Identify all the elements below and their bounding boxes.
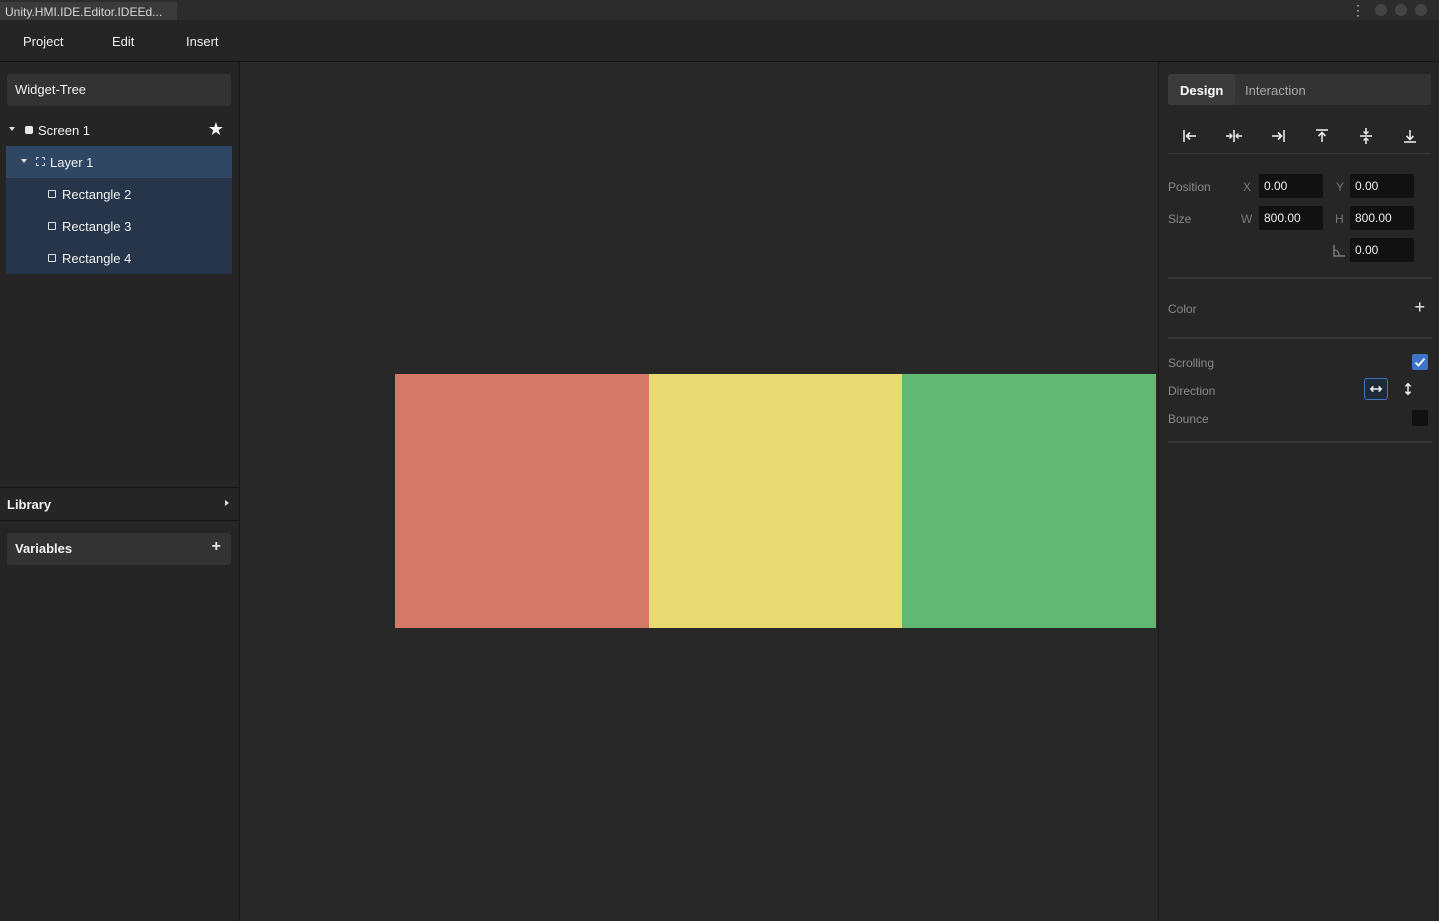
checkmark-icon bbox=[1414, 357, 1426, 367]
menu-project[interactable]: Project bbox=[23, 34, 63, 49]
left-panel: Widget-Tree Screen 1 ★ Layer 1 Rectangle… bbox=[0, 62, 240, 921]
menu-edit[interactable]: Edit bbox=[112, 34, 134, 49]
window-title[interactable]: Unity.HMI.IDE.Editor.IDEEd... bbox=[0, 2, 177, 20]
widget-tree-header: Widget-Tree bbox=[7, 74, 231, 106]
variables-header[interactable]: Variables + bbox=[7, 533, 231, 565]
corner-radius-icon bbox=[1333, 245, 1345, 257]
align-center-vertical-icon[interactable] bbox=[1354, 124, 1378, 148]
rectangle-icon bbox=[48, 222, 56, 230]
position-label: Position bbox=[1168, 180, 1211, 194]
window-controls: ⋮ bbox=[1351, 3, 1427, 17]
w-axis-label: W bbox=[1241, 212, 1253, 226]
bounce-label: Bounce bbox=[1168, 412, 1209, 426]
divider bbox=[1168, 441, 1432, 443]
tree-item-label: Layer 1 bbox=[50, 155, 94, 170]
align-right-icon[interactable] bbox=[1266, 124, 1290, 148]
add-variable-icon[interactable]: + bbox=[212, 539, 221, 555]
properties-tabs: Design Interaction bbox=[1168, 74, 1431, 105]
corner-radius-input[interactable] bbox=[1350, 238, 1414, 262]
rectangle-icon bbox=[48, 190, 56, 198]
horizontal-arrows-icon bbox=[1369, 385, 1383, 393]
direction-vertical-button[interactable] bbox=[1396, 378, 1420, 400]
tab-interaction[interactable]: Interaction bbox=[1233, 74, 1318, 105]
h-axis-label: H bbox=[1335, 212, 1344, 226]
size-height-input[interactable] bbox=[1350, 206, 1414, 230]
color-label: Color bbox=[1168, 302, 1197, 316]
library-label: Library bbox=[7, 497, 52, 512]
more-options-icon[interactable]: ⋮ bbox=[1351, 3, 1365, 17]
menu-bar: Project Edit Insert bbox=[0, 20, 1439, 62]
tree-item-label: Rectangle 4 bbox=[62, 251, 132, 266]
size-label: Size bbox=[1168, 212, 1192, 226]
direction-horizontal-button[interactable] bbox=[1364, 378, 1388, 400]
layer-icon bbox=[36, 157, 45, 166]
canvas-rectangle-3[interactable] bbox=[649, 374, 902, 628]
close-button[interactable] bbox=[1415, 4, 1427, 16]
caret-down-icon[interactable] bbox=[21, 159, 27, 163]
divider bbox=[0, 520, 239, 521]
tree-item-label: Rectangle 3 bbox=[62, 219, 132, 234]
align-top-icon[interactable] bbox=[1310, 124, 1334, 148]
divider bbox=[1168, 277, 1432, 279]
align-center-horizontal-icon[interactable] bbox=[1222, 124, 1246, 148]
y-axis-label: Y bbox=[1336, 180, 1345, 194]
canvas-rectangle-2[interactable] bbox=[395, 374, 649, 628]
position-x-input[interactable] bbox=[1259, 174, 1323, 198]
tree-item-layer[interactable]: Layer 1 bbox=[6, 146, 232, 178]
size-width-input[interactable] bbox=[1259, 206, 1323, 230]
bounce-checkbox[interactable] bbox=[1412, 410, 1428, 426]
caret-down-icon[interactable] bbox=[9, 127, 15, 131]
align-left-icon[interactable] bbox=[1178, 124, 1202, 148]
tree-item-rectangle-4[interactable]: Rectangle 4 bbox=[6, 242, 232, 274]
direction-label: Direction bbox=[1168, 384, 1216, 398]
position-y-input[interactable] bbox=[1350, 174, 1414, 198]
tree-item-rectangle-2[interactable]: Rectangle 2 bbox=[6, 178, 232, 210]
minimize-button[interactable] bbox=[1375, 4, 1387, 16]
chevron-right-icon[interactable] bbox=[225, 500, 229, 506]
tree-item-label: Screen 1 bbox=[38, 123, 91, 138]
canvas[interactable] bbox=[240, 62, 1158, 921]
x-axis-label: X bbox=[1243, 180, 1252, 194]
tree-item-screen[interactable]: Screen 1 ★ bbox=[6, 114, 232, 146]
variables-label: Variables bbox=[15, 541, 73, 556]
alignment-toolbar bbox=[1168, 120, 1431, 154]
scrolling-checkbox[interactable] bbox=[1412, 354, 1428, 370]
tab-design[interactable]: Design bbox=[1168, 74, 1236, 105]
divider bbox=[1168, 337, 1432, 339]
add-color-icon[interactable]: + bbox=[1414, 298, 1425, 316]
tree-item-rectangle-3[interactable]: Rectangle 3 bbox=[6, 210, 232, 242]
rectangle-icon bbox=[48, 254, 56, 262]
scrolling-label: Scrolling bbox=[1168, 356, 1215, 370]
title-bar: Unity.HMI.IDE.Editor.IDEEd... ⋮ bbox=[0, 0, 1439, 20]
align-bottom-icon[interactable] bbox=[1398, 124, 1422, 148]
maximize-button[interactable] bbox=[1395, 4, 1407, 16]
library-section[interactable]: Library bbox=[0, 488, 239, 520]
star-icon[interactable]: ★ bbox=[208, 119, 224, 140]
tree-item-label: Rectangle 2 bbox=[62, 187, 132, 202]
vertical-arrows-icon bbox=[1404, 382, 1412, 396]
menu-insert[interactable]: Insert bbox=[186, 34, 219, 49]
canvas-rectangle-4[interactable] bbox=[902, 374, 1156, 628]
screen-icon bbox=[25, 126, 33, 134]
properties-panel: Design Interaction Position X 0.00 Y 0.0… bbox=[1158, 62, 1439, 921]
